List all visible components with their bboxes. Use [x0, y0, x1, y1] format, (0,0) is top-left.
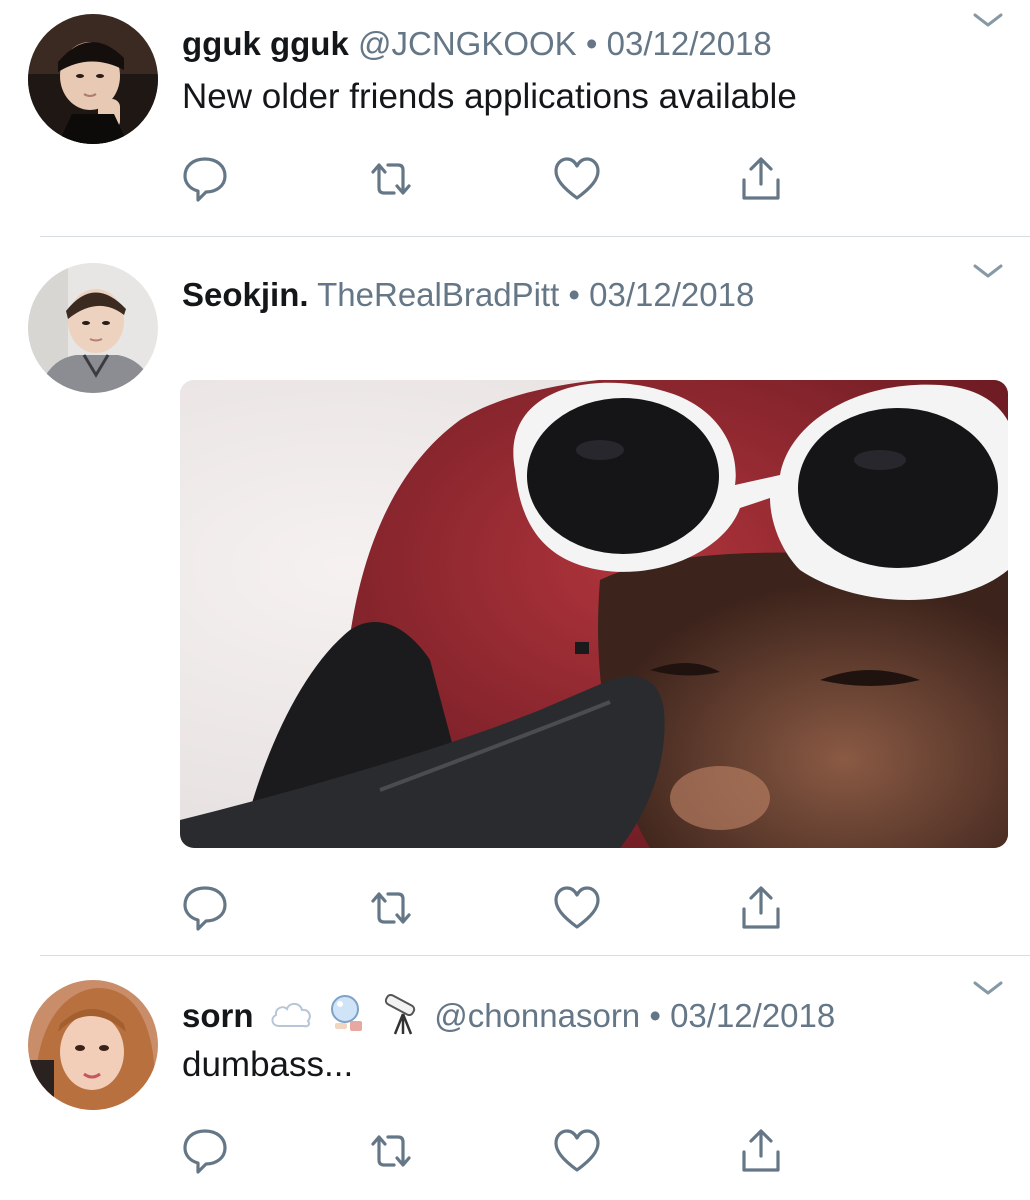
crystal-ball-emoji	[328, 993, 366, 1044]
avatar-sorn[interactable]	[28, 980, 158, 1110]
user-handle[interactable]: TheRealBradPitt	[317, 276, 559, 313]
user-handle[interactable]: @chonnasorn	[434, 997, 640, 1034]
retweet-icon[interactable]	[366, 883, 416, 933]
avatar-gguk[interactable]	[28, 14, 158, 144]
share-icon[interactable]	[736, 154, 786, 204]
retweet-icon[interactable]	[366, 154, 416, 204]
reply-icon[interactable]	[180, 154, 230, 204]
share-icon[interactable]	[736, 883, 786, 933]
retweet-icon[interactable]	[366, 1126, 416, 1176]
display-name[interactable]: sorn	[182, 997, 254, 1034]
like-icon[interactable]	[552, 1126, 602, 1176]
tweet-text: New older friends applications available	[182, 77, 797, 116]
like-icon[interactable]	[552, 154, 602, 204]
user-handle[interactable]: @JCNGKOOK	[358, 25, 577, 62]
chevron-down-icon[interactable]	[972, 261, 1004, 281]
tweet-media-image[interactable]	[180, 380, 1008, 848]
separator-dot: •	[568, 276, 580, 313]
tweet-text: dumbass...	[182, 1045, 354, 1084]
telescope-emoji	[381, 992, 425, 1045]
display-name[interactable]: Seokjin.	[182, 276, 309, 313]
tweet-actions	[180, 154, 800, 204]
tweet-date[interactable]: 03/12/2018	[589, 276, 754, 313]
tweet-actions	[180, 1126, 800, 1176]
tweet-1[interactable]: gguk gguk @JCNGKOOK • 03/12/2018 New old…	[0, 0, 1030, 236]
cloud-emoji	[269, 998, 313, 1039]
tweet-header: gguk gguk @JCNGKOOK • 03/12/2018	[182, 24, 772, 64]
avatar-seokjin[interactable]	[28, 263, 158, 393]
separator-dot: •	[649, 997, 661, 1035]
tweet-date[interactable]: 03/12/2018	[607, 25, 772, 62]
chevron-down-icon[interactable]	[972, 10, 1004, 30]
separator-dot: •	[585, 25, 598, 62]
like-icon[interactable]	[552, 883, 602, 933]
reply-icon[interactable]	[180, 883, 230, 933]
tweet-header: Seokjin. TheRealBradPitt • 03/12/2018	[182, 275, 754, 315]
tweet-header: sorn @chonnasorn • 03/12/2018	[182, 992, 835, 1045]
display-name[interactable]: gguk gguk	[182, 25, 349, 62]
tweet-date[interactable]: 03/12/2018	[670, 997, 835, 1034]
tweet-3[interactable]: sorn @chonnasorn • 03/12/2018 dumbass...	[0, 956, 1030, 1200]
share-icon[interactable]	[736, 1126, 786, 1176]
tweet-actions	[180, 883, 800, 933]
reply-icon[interactable]	[180, 1126, 230, 1176]
chevron-down-icon[interactable]	[972, 978, 1004, 998]
